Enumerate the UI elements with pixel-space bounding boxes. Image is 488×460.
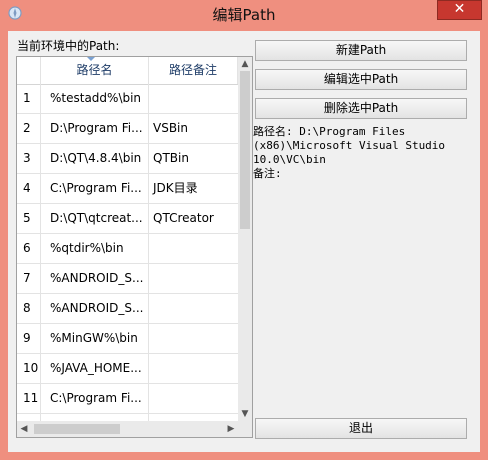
header-corner: [17, 57, 41, 84]
table-row[interactable]: 3 D:\QT\4.8.4\bin QTBin: [17, 144, 238, 174]
row-number: 6: [17, 234, 41, 263]
table-row[interactable]: 9 %MinGW%\bin: [17, 324, 238, 354]
path-name-line: 10.0\VC\bin: [253, 153, 326, 166]
window-title: 编辑Path: [212, 6, 276, 24]
row-number: 7: [17, 264, 41, 293]
table-row[interactable]: 7 %ANDROID_S...: [17, 264, 238, 294]
note-cell[interactable]: QTCreator: [149, 204, 238, 233]
table-row[interactable]: 5 D:\QT\qtcreat... QTCreator: [17, 204, 238, 234]
path-list-label: 当前环境中的Path:: [17, 39, 120, 53]
close-icon: ✕: [453, 1, 466, 17]
note-cell[interactable]: [149, 264, 238, 293]
row-number: 1: [17, 84, 41, 113]
column-header-path-label: 路径名: [76, 63, 113, 77]
path-cell[interactable]: D:\Program Fi...: [41, 114, 149, 143]
table-body: 1 %testadd%\bin 2 D:\Program Fi... VSBin…: [17, 84, 238, 437]
edit-selected-path-button[interactable]: 编辑选中Path: [255, 69, 467, 90]
path-cell[interactable]: %qtdir%\bin: [41, 234, 149, 263]
note-cell[interactable]: QTBin: [149, 144, 238, 173]
scroll-left-icon[interactable]: ◀: [17, 421, 31, 437]
row-number: 10: [17, 354, 41, 383]
row-number: 11: [17, 384, 41, 413]
path-cell[interactable]: %JAVA_HOME...: [41, 354, 149, 383]
row-number: 3: [17, 144, 41, 173]
edit-path-window: 编辑Path ✕ 当前环境中的Path: 路径名 路径备注 1 %testadd: [0, 0, 488, 460]
table-row[interactable]: 2 D:\Program Fi... VSBin: [17, 114, 238, 144]
note-cell[interactable]: [149, 324, 238, 353]
note-cell[interactable]: VSBin: [149, 114, 238, 143]
horizontal-scrollbar[interactable]: ◀ ▶: [17, 421, 238, 437]
path-details: 路径名: D:\Program Files (x86)\Microsoft Vi…: [253, 125, 473, 181]
exit-button[interactable]: 退出: [255, 418, 467, 439]
path-cell[interactable]: C:\Program Fi...: [41, 174, 149, 203]
path-cell[interactable]: D:\QT\qtcreat...: [41, 204, 149, 233]
row-number: 8: [17, 294, 41, 323]
note-cell[interactable]: [149, 234, 238, 263]
note-cell[interactable]: [149, 294, 238, 323]
note-cell[interactable]: JDK目录: [149, 174, 238, 203]
note-cell[interactable]: [149, 354, 238, 383]
column-header-note[interactable]: 路径备注: [149, 57, 238, 84]
scrollbar-corner: [238, 421, 252, 437]
table-row[interactable]: 8 %ANDROID_S...: [17, 294, 238, 324]
horizontal-scroll-thumb[interactable]: [34, 424, 120, 434]
table-row[interactable]: 1 %testadd%\bin: [17, 84, 238, 114]
scroll-right-icon[interactable]: ▶: [224, 421, 238, 437]
vertical-scroll-thumb[interactable]: [240, 71, 250, 229]
path-cell[interactable]: %MinGW%\bin: [41, 324, 149, 353]
path-cell[interactable]: D:\QT\4.8.4\bin: [41, 144, 149, 173]
path-cell[interactable]: %testadd%\bin: [41, 84, 149, 113]
client-area: 当前环境中的Path: 路径名 路径备注 1 %testadd%\bin 2 D…: [8, 31, 480, 452]
path-cell[interactable]: %ANDROID_S...: [41, 264, 149, 293]
row-number: 2: [17, 114, 41, 143]
path-cell[interactable]: %ANDROID_S...: [41, 294, 149, 323]
row-number: 5: [17, 204, 41, 233]
table-row[interactable]: 10 %JAVA_HOME...: [17, 354, 238, 384]
path-note-line: 备注:: [253, 167, 282, 180]
table-row[interactable]: 4 C:\Program Fi... JDK目录: [17, 174, 238, 204]
note-cell[interactable]: [149, 384, 238, 413]
title-bar[interactable]: 编辑Path ✕: [0, 0, 488, 30]
table-header: 路径名 路径备注: [17, 57, 238, 85]
note-cell[interactable]: [149, 84, 238, 113]
vertical-scrollbar[interactable]: ▲ ▼: [238, 57, 252, 421]
row-number: 4: [17, 174, 41, 203]
path-name-line: 路径名: D:\Program Files: [253, 125, 406, 138]
sort-arrow-icon: [87, 57, 95, 61]
column-header-note-label: 路径备注: [168, 63, 217, 77]
table-row[interactable]: 6 %qtdir%\bin: [17, 234, 238, 264]
path-cell[interactable]: C:\Program Fi...: [41, 384, 149, 413]
table-row[interactable]: 11 C:\Program Fi...: [17, 384, 238, 414]
new-path-button[interactable]: 新建Path: [255, 40, 467, 61]
path-name-line: (x86)\Microsoft Visual Studio: [253, 139, 446, 152]
delete-selected-path-button[interactable]: 删除选中Path: [255, 98, 467, 119]
path-table[interactable]: 路径名 路径备注 1 %testadd%\bin 2 D:\Program Fi…: [16, 56, 253, 438]
scroll-down-icon[interactable]: ▼: [238, 407, 252, 421]
row-number: 9: [17, 324, 41, 353]
close-button[interactable]: ✕: [437, 0, 482, 20]
column-header-path[interactable]: 路径名: [41, 57, 149, 84]
scroll-up-icon[interactable]: ▲: [238, 57, 252, 71]
